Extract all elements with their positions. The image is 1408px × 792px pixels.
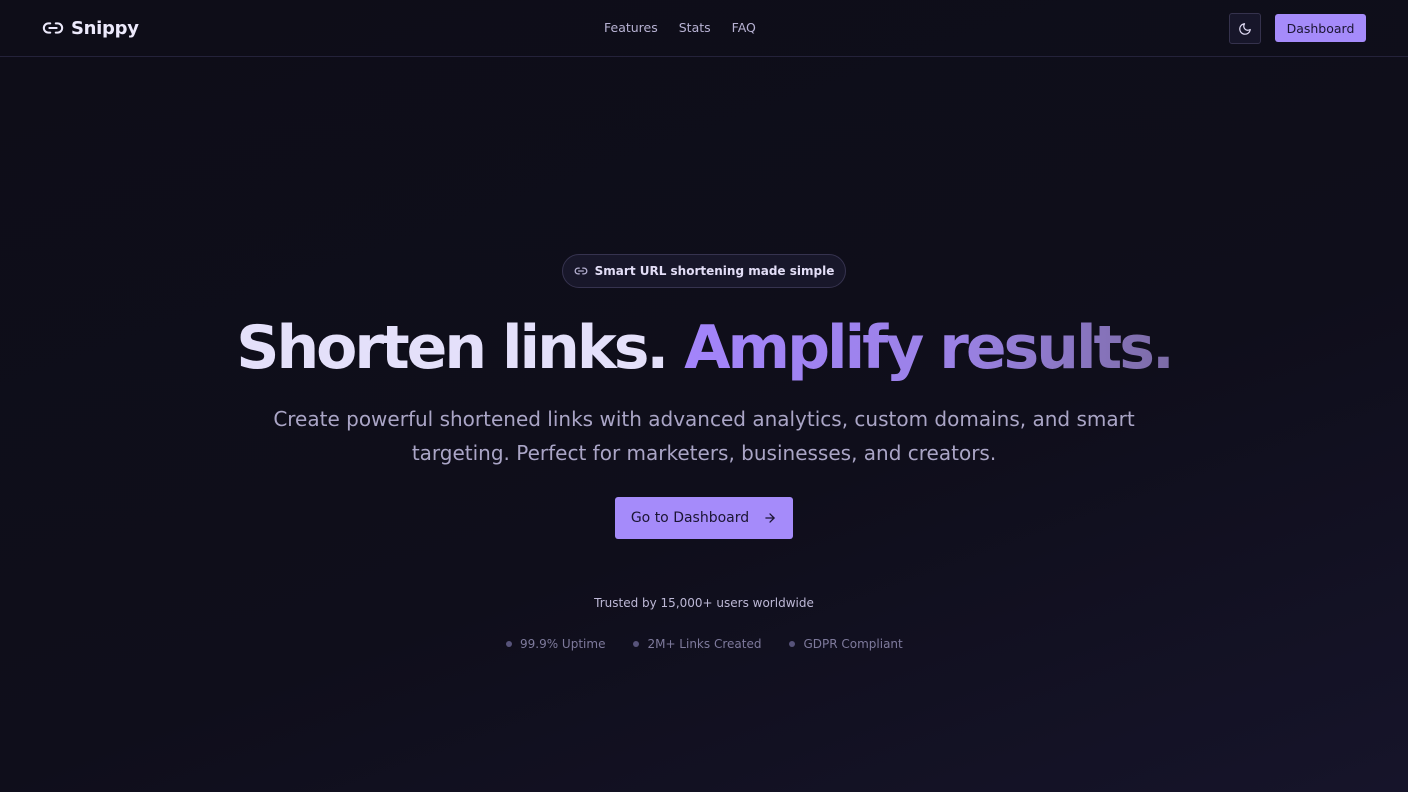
brand-logo[interactable]: Snippy: [42, 16, 139, 40]
dashboard-button[interactable]: Dashboard: [1275, 14, 1366, 42]
nav-links: Features Stats FAQ: [604, 20, 756, 35]
go-to-dashboard-button[interactable]: Go to Dashboard: [615, 497, 793, 539]
moon-icon: [1238, 22, 1252, 36]
nav-link-faq[interactable]: FAQ: [732, 20, 756, 35]
hero-badge-text: Smart URL shortening made simple: [594, 264, 835, 278]
stat-links: 2M+ Links Created: [633, 637, 761, 651]
dot-icon: [506, 641, 512, 647]
dot-icon: [789, 641, 796, 647]
link-icon: [42, 17, 64, 39]
nav-link-stats[interactable]: Stats: [679, 20, 711, 35]
brand-name: Snippy: [71, 17, 139, 39]
stat-text: 2M+ Links Created: [647, 637, 762, 651]
stat-uptime: 99.9% Uptime: [506, 637, 605, 651]
stat-text: 99.9% Uptime: [520, 637, 606, 651]
stat-gdpr: GDPR Compliant: [789, 637, 903, 651]
dot-icon: [633, 641, 640, 647]
hero-headline: Shorten links. Amplify results.: [0, 310, 1408, 386]
link-icon: [574, 264, 588, 278]
nav-link-features[interactable]: Features: [604, 20, 658, 35]
headline-part2: Amplify results.: [684, 313, 1175, 383]
stats-row: 99.9% Uptime 2M+ Links Created GDPR Comp…: [506, 636, 906, 652]
headline-part1: Shorten links.: [236, 313, 669, 383]
trusted-text: Trusted by 15,000+ users worldwide: [594, 596, 814, 610]
hero-badge: Smart URL shortening made simple: [562, 254, 846, 288]
stat-text: GDPR Compliant: [803, 637, 903, 651]
navbar: Snippy Features Stats FAQ Dashboard: [0, 0, 1408, 57]
hero-subtitle: Create powerful shortened links with adv…: [273, 407, 1135, 465]
arrow-right-icon: [763, 511, 777, 525]
theme-toggle-button[interactable]: [1229, 13, 1261, 44]
cta-label: Go to Dashboard: [630, 510, 750, 526]
